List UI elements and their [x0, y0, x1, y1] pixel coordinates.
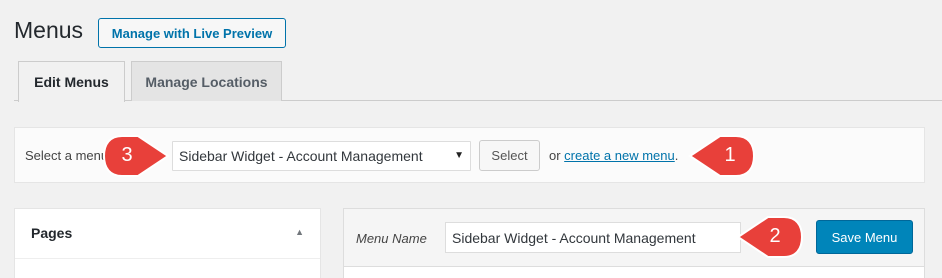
tab-edit-menus[interactable]: Edit Menus: [18, 61, 125, 102]
menu-name-label: Menu Name: [356, 231, 427, 246]
pages-panel-header[interactable]: Pages ▲: [15, 209, 320, 259]
caret-down-icon: ▼: [454, 150, 464, 161]
select-menu-label: Select a menu: [25, 148, 109, 163]
pages-panel: Pages ▲: [14, 208, 321, 278]
collapse-arrow-icon[interactable]: ▲: [295, 227, 304, 237]
menu-name-input[interactable]: Sidebar Widget - Account Management: [445, 222, 741, 253]
pages-panel-title: Pages: [31, 225, 73, 241]
manage-live-preview-button[interactable]: Manage with Live Preview: [98, 18, 286, 48]
menu-editor-panel: Menu Name Sidebar Widget - Account Manag…: [343, 208, 925, 278]
menu-editor-body: [344, 267, 924, 278]
tab-manage-locations[interactable]: Manage Locations: [131, 61, 282, 101]
callout-1-number: 1: [724, 144, 736, 166]
page-title: Menus: [14, 17, 84, 43]
or-create-text: or create a new menu.: [549, 148, 678, 163]
callout-2-number: 2: [769, 225, 781, 247]
menu-select-value: Sidebar Widget - Account Management: [179, 148, 423, 164]
save-menu-button[interactable]: Save Menu: [816, 220, 913, 254]
period-label: .: [674, 148, 679, 163]
select-button[interactable]: Select: [479, 140, 540, 171]
create-new-menu-link[interactable]: create a new menu: [564, 148, 675, 163]
callout-3-number: 3: [121, 144, 133, 166]
or-label: or: [549, 148, 565, 163]
menu-select-dropdown[interactable]: Sidebar Widget - Account Management ▼: [172, 141, 471, 171]
